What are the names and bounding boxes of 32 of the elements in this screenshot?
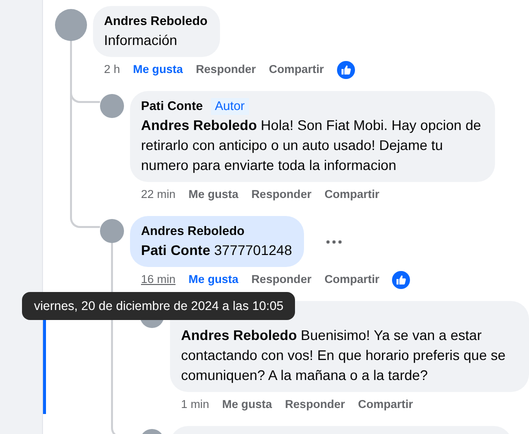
- share-link[interactable]: Compartir: [324, 189, 380, 201]
- date-tooltip: viernes, 20 de diciembre de 2024 a las 10:05: [22, 292, 296, 320]
- more-icon[interactable]: [326, 240, 342, 244]
- reply-link[interactable]: Responder: [251, 274, 312, 286]
- comment-text: Pati Conte 3777701248: [141, 241, 292, 260]
- comment-text: Andres Reboledo Hola! Son Fiat Mobi. Hay opcion de retirarlo con anticipo o un auto usado! Dejame tu numero para enviarte toda la informacion: [141, 116, 482, 175]
- reply-link[interactable]: Responder: [251, 189, 312, 201]
- timestamp-link[interactable]: 1 min: [181, 399, 210, 411]
- timestamp-link[interactable]: 16 min: [141, 274, 176, 286]
- timestamp-link[interactable]: 22 min: [141, 189, 176, 201]
- author-badge: Autor: [210, 98, 249, 115]
- share-link[interactable]: Compartir: [358, 399, 413, 411]
- thumbs-up-icon[interactable]: [392, 271, 410, 289]
- like-link[interactable]: Me gusta: [133, 64, 183, 76]
- thread-connector: [70, 204, 100, 228]
- author-name[interactable]: Andres Reboledo: [104, 13, 208, 30]
- comment-text: Información: [104, 31, 178, 50]
- like-link[interactable]: Me gusta: [222, 399, 272, 411]
- share-link[interactable]: Compartir: [324, 274, 380, 286]
- reply-link[interactable]: Responder: [196, 64, 256, 76]
- like-link[interactable]: Me gusta: [188, 274, 238, 286]
- avatar[interactable]: [100, 94, 124, 118]
- comment-text: Andres Reboledo Buenisimo! Ya se van a estar contactando con vos! En que horario preferis que se comuniquen? A la mañana o a la tarde?: [181, 326, 507, 385]
- avatar[interactable]: [55, 9, 87, 41]
- author-name[interactable]: Pati Conte: [141, 98, 203, 115]
- like-link[interactable]: Me gusta: [188, 189, 238, 201]
- timestamp-link[interactable]: 2 h: [104, 64, 120, 76]
- thumbs-up-icon[interactable]: [336, 61, 355, 79]
- reply-link[interactable]: Responder: [284, 399, 346, 411]
- avatar[interactable]: [100, 219, 124, 243]
- author-name[interactable]: Andres Reboledo: [141, 223, 244, 240]
- share-link[interactable]: Compartir: [268, 64, 324, 76]
